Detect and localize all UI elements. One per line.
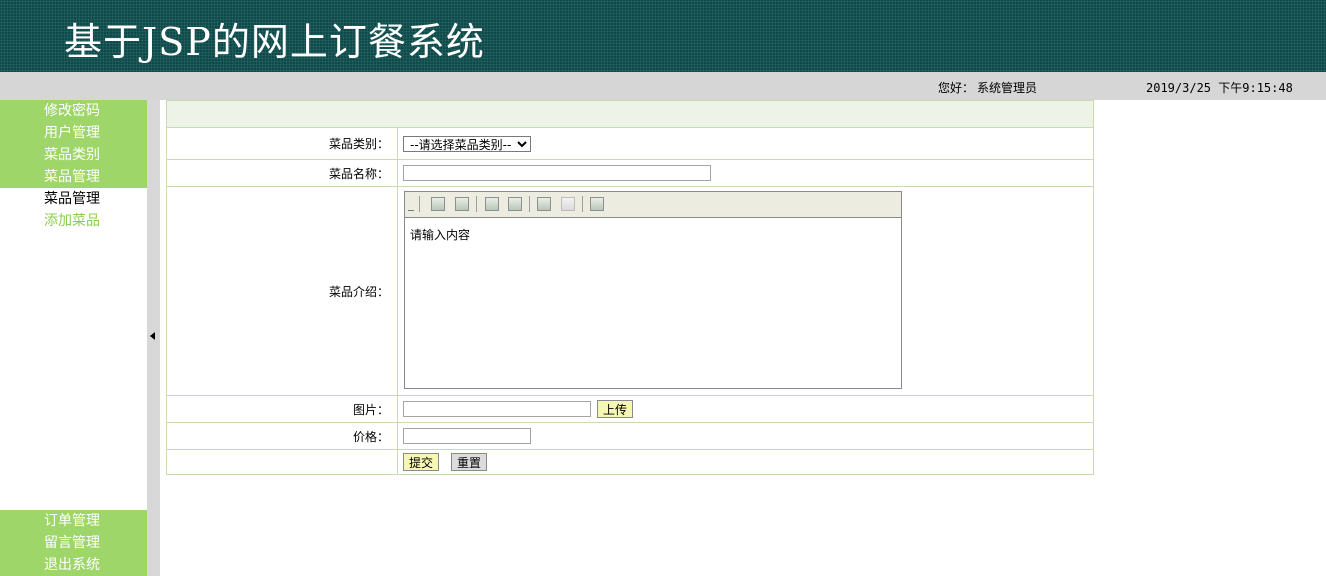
reset-button[interactable]: 重置 [451,453,488,471]
category-field: --请选择菜品类别-- [403,128,531,159]
image-field: 上传 [403,396,634,422]
menu-item-logout[interactable]: 退出系统 [0,554,147,576]
form-header [167,101,1093,128]
insert-object-icon[interactable] [590,197,604,211]
menu-item-order-management[interactable]: 订单管理 [0,510,147,532]
insert-image-alt-icon[interactable] [455,197,469,211]
sidebar-splitter[interactable] [147,100,160,576]
form-row-category: 菜品类别： --请选择菜品类别-- [167,128,1093,160]
insert-table-icon[interactable] [485,197,499,211]
actions-field: 提交 重置 [403,450,488,474]
category-select[interactable]: --请选择菜品类别-- [403,135,531,152]
form-row-image: 图片： 上传 [167,396,1093,423]
form-row-intro: 菜品介绍： 请输入内容 [167,187,1093,396]
form-row-actions: 提交 重置 [167,450,1093,474]
toolbar-separator [476,196,477,212]
copy-icon[interactable] [537,197,551,211]
current-user: 系统管理员 [977,81,1038,95]
menu-item-user-management[interactable]: 用户管理 [0,122,147,144]
collapse-arrow-icon[interactable] [150,332,155,340]
insert-image-icon[interactable] [431,197,445,211]
table-properties-icon[interactable] [508,197,522,211]
editor-content[interactable]: 请输入内容 [405,218,901,251]
toolbar-separator [582,196,583,212]
sidebar-submenu: 菜品管理 添加菜品 [0,188,147,232]
form-row-name: 菜品名称： [167,160,1093,187]
toolbar-grip-icon [408,210,414,211]
paste-icon[interactable] [561,197,575,211]
menu-item-dish-categories[interactable]: 菜品类别 [0,144,147,166]
toolbar-separator [419,196,420,212]
upload-button[interactable]: 上传 [597,400,634,418]
submenu-dish-management[interactable]: 菜品管理 [0,188,147,210]
submenu-add-dish[interactable]: 添加菜品 [0,210,147,232]
datetime-display: 2019/3/25 下午9:15:48 [1146,81,1293,95]
sidebar-menu-bottom: 订单管理 留言管理 退出系统 [0,510,147,576]
greeting-label: 您好： [938,81,975,95]
user-greeting: 您好： 系统管理员 [938,79,1037,96]
form-row-price: 价格： [167,423,1093,450]
status-bar: 您好： 系统管理员 2019/3/25 下午9:15:48 [0,72,1326,100]
editor-toolbar [405,192,901,218]
menu-item-dish-management[interactable]: 菜品管理 [0,166,147,188]
intro-label: 菜品介绍： [167,187,398,395]
toolbar-separator [529,196,530,212]
name-field [403,160,711,186]
name-label: 菜品名称： [167,160,398,186]
price-field [403,423,531,449]
app-header: 基于JSP的网上订餐系统 [0,0,1326,72]
category-label: 菜品类别： [167,128,398,159]
price-input[interactable] [403,428,531,444]
image-path-input[interactable] [403,401,591,417]
image-label: 图片： [167,396,398,422]
sidebar-menu-top: 修改密码 用户管理 菜品类别 菜品管理 [0,100,147,188]
add-dish-form: 菜品类别： --请选择菜品类别-- 菜品名称： 菜品介绍： 请输入内容 图片： … [166,100,1094,475]
submit-button[interactable]: 提交 [403,453,440,471]
menu-item-message-management[interactable]: 留言管理 [0,532,147,554]
app-title: 基于JSP的网上订餐系统 [64,20,485,64]
sidebar: 修改密码 用户管理 菜品类别 菜品管理 菜品管理 添加菜品 订单管理 留言管理 … [0,100,147,576]
actions-label-cell [167,450,398,474]
price-label: 价格： [167,423,398,449]
menu-item-change-password[interactable]: 修改密码 [0,100,147,122]
rich-text-editor[interactable]: 请输入内容 [404,191,902,389]
name-input[interactable] [403,165,711,181]
